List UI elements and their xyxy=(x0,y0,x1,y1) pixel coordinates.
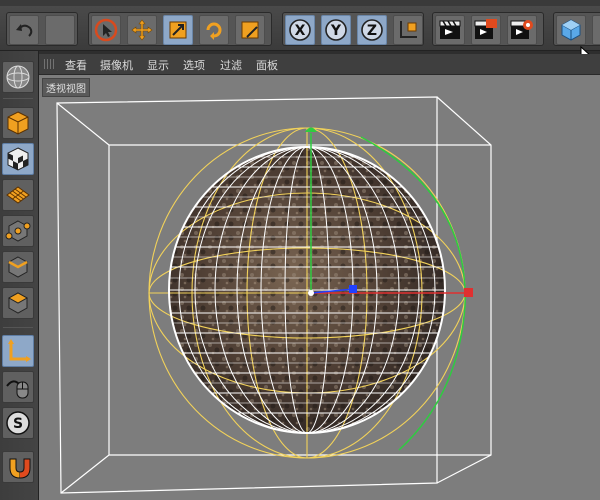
tools-group xyxy=(88,12,272,46)
menu-display[interactable]: 显示 xyxy=(147,57,169,73)
object-group xyxy=(553,12,600,46)
svg-text:Z: Z xyxy=(367,23,377,39)
menu-panel[interactable]: 面板 xyxy=(256,57,278,73)
sidebar-item-axis[interactable] xyxy=(2,335,34,367)
render-settings-icon xyxy=(510,20,533,39)
rotate-icon xyxy=(206,22,222,40)
render-viewer-icon xyxy=(474,19,497,39)
sidebar-item-workplane[interactable] xyxy=(2,179,34,211)
rotate-tool-button[interactable] xyxy=(199,15,229,45)
axis-mode-icon xyxy=(8,339,31,362)
x-axis-button[interactable]: X xyxy=(285,15,315,45)
scale-tool-button[interactable] xyxy=(163,15,193,45)
render-settings-button[interactable] xyxy=(507,15,537,45)
coordinate-system-button[interactable] xyxy=(393,15,423,45)
viewport-scene[interactable] xyxy=(39,75,600,500)
menu-filter[interactable]: 过滤 xyxy=(220,57,242,73)
add-cube-button[interactable] xyxy=(556,15,586,45)
select-tool-button[interactable] xyxy=(91,15,121,45)
convert-tool-button[interactable] xyxy=(235,15,265,45)
points-mode-icon xyxy=(5,220,31,242)
undo-button[interactable] xyxy=(9,15,39,45)
add-pen-button[interactable] xyxy=(592,15,600,45)
undo-icon xyxy=(16,24,33,37)
render-to-viewer-button[interactable] xyxy=(471,15,501,45)
sidebar-item-tweak[interactable] xyxy=(2,371,34,403)
viewport-menu: 查看 摄像机 显示 选项 过滤 面板 xyxy=(39,54,600,75)
menu-grip[interactable] xyxy=(44,59,56,69)
cube-icon xyxy=(7,111,29,135)
sidebar-item-model[interactable] xyxy=(2,61,34,93)
sidebar-item-object[interactable] xyxy=(2,107,34,139)
edges-mode-icon xyxy=(8,256,28,278)
move-icon xyxy=(131,19,153,41)
cube-icon xyxy=(561,19,581,41)
sphere-wire-icon xyxy=(6,65,30,89)
sidebar-item-points[interactable] xyxy=(2,215,34,247)
magnet-icon xyxy=(9,458,31,479)
mouse-tweak-icon xyxy=(6,380,29,399)
z-axis-icon: Z xyxy=(361,19,383,41)
polygons-mode-icon xyxy=(7,292,29,314)
select-arrow-icon xyxy=(94,18,118,42)
scale-icon xyxy=(169,21,187,39)
x-axis-icon: X xyxy=(289,19,311,41)
redo-button[interactable] xyxy=(45,15,75,45)
checker-cube-icon xyxy=(7,147,29,171)
z-axis-button[interactable]: Z xyxy=(357,15,387,45)
move-tool-button[interactable] xyxy=(127,15,157,45)
menu-options[interactable]: 选项 xyxy=(183,57,205,73)
main-toolbar: X Y Z xyxy=(0,6,600,66)
menu-camera[interactable]: 摄像机 xyxy=(100,57,133,73)
y-axis-button[interactable]: Y xyxy=(321,15,351,45)
undo-group xyxy=(6,12,78,46)
workplane-grid-icon xyxy=(6,186,30,204)
svg-text:Y: Y xyxy=(330,23,342,39)
render-view-button[interactable] xyxy=(435,15,465,45)
viewport-label: 透视视图 xyxy=(42,78,90,97)
mode-sidebar: S xyxy=(0,51,39,500)
sidebar-item-texture[interactable] xyxy=(2,143,34,175)
sidebar-item-polygons[interactable] xyxy=(2,287,34,319)
sidebar-item-solo[interactable]: S xyxy=(2,407,34,439)
svg-text:S: S xyxy=(13,416,23,432)
perspective-viewport[interactable]: 透视视图 xyxy=(39,75,600,500)
y-axis-icon: Y xyxy=(325,19,347,41)
render-group xyxy=(432,12,544,46)
sidebar-item-edges[interactable] xyxy=(2,251,34,283)
svg-text:X: X xyxy=(295,23,306,39)
world-axis-icon xyxy=(400,21,417,38)
clapboard-icon xyxy=(439,20,461,39)
sidebar-item-snap[interactable] xyxy=(2,451,34,483)
scale-corner-icon xyxy=(241,21,259,39)
axis-group: X Y Z xyxy=(282,12,424,46)
solo-s-icon: S xyxy=(6,411,30,435)
menu-view[interactable]: 查看 xyxy=(65,57,87,73)
